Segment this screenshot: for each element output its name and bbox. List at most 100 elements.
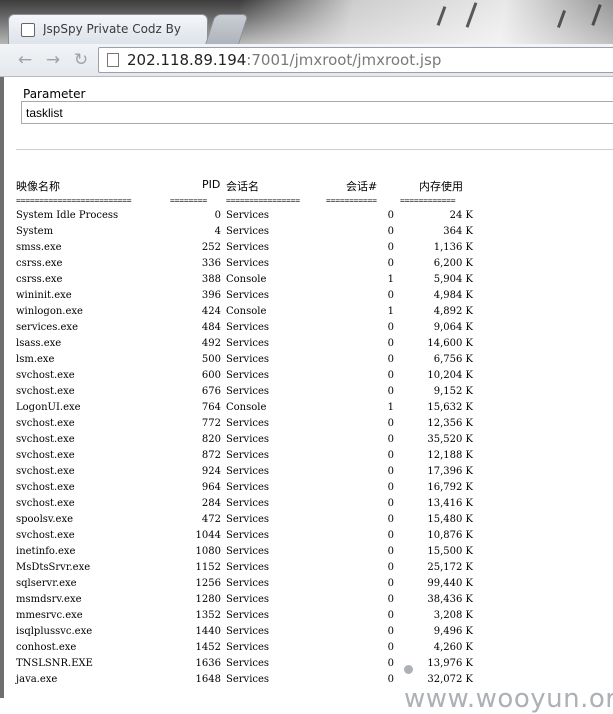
back-arrow-icon[interactable]: ← — [14, 49, 36, 71]
cell-image-name: System Idle Process — [16, 210, 119, 221]
forward-arrow-icon[interactable]: → — [42, 49, 64, 71]
cell-session-number: 0 — [387, 626, 394, 637]
cell-pid: 472 — [201, 514, 221, 525]
cell-memory-usage: 25,172 K — [427, 562, 473, 573]
cell-pid: 676 — [201, 386, 221, 397]
cell-pid: 4 — [214, 226, 221, 237]
cell-image-name: spoolsv.exe — [16, 514, 74, 525]
cell-pid: 388 — [201, 274, 221, 285]
reload-icon[interactable]: ↻ — [70, 49, 92, 71]
cell-pid: 1648 — [195, 674, 221, 685]
cell-session-name: Services — [226, 290, 270, 301]
header-image-name: 映像名称 — [16, 180, 60, 193]
cell-pid: 1044 — [195, 530, 221, 541]
cell-memory-usage: 9,064 K — [433, 322, 473, 333]
cell-image-name: lsass.exe — [16, 338, 62, 349]
cell-image-name: System — [16, 226, 54, 237]
cell-session-name: Services — [226, 562, 270, 573]
cell-memory-usage: 364 K — [443, 226, 473, 237]
cell-pid: 1280 — [195, 594, 221, 605]
cell-image-name: winlogon.exe — [16, 306, 83, 317]
cell-memory-usage: 4,260 K — [433, 642, 473, 653]
cell-session-name: Services — [226, 578, 270, 589]
window-border — [0, 44, 4, 698]
cell-pid: 1440 — [195, 626, 221, 637]
url-host: 202.118.89.194 — [127, 51, 247, 69]
cell-session-name: Services — [226, 434, 270, 445]
cell-session-number: 0 — [387, 242, 394, 253]
cell-memory-usage: 6,756 K — [433, 354, 473, 365]
cell-session-number: 0 — [387, 290, 394, 301]
cell-session-number: 0 — [387, 226, 394, 237]
cell-memory-usage: 24 K — [449, 210, 473, 221]
cell-session-name: Services — [226, 258, 270, 269]
cell-session-number: 0 — [387, 434, 394, 445]
cell-pid: 872 — [201, 450, 221, 461]
url-path: :7001/jmxroot/jmxroot.jsp — [246, 51, 442, 69]
cell-pid: 1452 — [195, 642, 221, 653]
cell-pid: 1080 — [195, 546, 221, 557]
cell-session-name: Services — [226, 514, 270, 525]
url-text: 202.118.89.194:7001/jmxroot/jmxroot.jsp — [127, 51, 441, 69]
tab-title: JspSpy Private Codz By — [43, 22, 181, 36]
cell-pid: 600 — [201, 370, 221, 381]
cell-memory-usage: 12,188 K — [427, 450, 473, 461]
cell-memory-usage: 4,892 K — [433, 306, 473, 317]
cell-memory-usage: 15,500 K — [427, 546, 473, 557]
cell-memory-usage: 15,632 K — [427, 402, 473, 413]
cell-session-number: 0 — [387, 418, 394, 429]
cell-image-name: svchost.exe — [16, 370, 75, 381]
parameter-label: Parameter — [23, 87, 86, 101]
cell-pid: 964 — [201, 482, 221, 493]
cell-session-number: 0 — [387, 546, 394, 557]
cell-pid: 1352 — [195, 610, 221, 621]
cell-memory-usage: 4,984 K — [433, 290, 473, 301]
cell-pid: 424 — [201, 306, 221, 317]
cell-session-name: Services — [226, 642, 270, 653]
cell-image-name: svchost.exe — [16, 450, 75, 461]
cell-pid: 820 — [201, 434, 221, 445]
cell-pid: 492 — [201, 338, 221, 349]
cell-pid: 252 — [201, 242, 221, 253]
cell-session-number: 0 — [387, 482, 394, 493]
cell-memory-usage: 16,792 K — [427, 482, 473, 493]
header-memory-usage: 内存使用 — [419, 180, 463, 193]
cell-memory-usage: 17,396 K — [427, 466, 473, 477]
cell-session-name: Services — [226, 594, 270, 605]
cell-session-number: 0 — [387, 658, 394, 669]
cell-session-name: Services — [226, 530, 270, 541]
cell-session-name: Services — [226, 450, 270, 461]
cell-image-name: svchost.exe — [16, 466, 75, 477]
cell-session-name: Services — [226, 210, 270, 221]
cell-image-name: csrss.exe — [16, 258, 63, 269]
cell-session-number: 0 — [387, 562, 394, 573]
browser-tab-strip: JspSpy Private Codz By — [0, 0, 613, 44]
separator-segment: ======== — [170, 196, 207, 205]
cell-session-number: 0 — [387, 354, 394, 365]
cell-session-name: Services — [226, 242, 270, 253]
cell-session-number: 0 — [387, 258, 394, 269]
cell-memory-usage: 14,600 K — [427, 338, 473, 349]
cell-session-number: 1 — [387, 274, 394, 285]
cell-image-name: inetinfo.exe — [16, 546, 76, 557]
separator-segment: ========================= — [16, 196, 132, 205]
cell-image-name: svchost.exe — [16, 418, 75, 429]
browser-tab-active[interactable]: JspSpy Private Codz By — [8, 14, 208, 44]
cell-session-name: Services — [226, 482, 270, 493]
address-bar[interactable]: 202.118.89.194:7001/jmxroot/jmxroot.jsp — [98, 47, 613, 73]
separator-segment: =========== — [326, 196, 377, 205]
cell-session-number: 1 — [387, 402, 394, 413]
cell-session-name: Console — [226, 402, 267, 413]
cell-pid: 336 — [201, 258, 221, 269]
page-icon — [107, 53, 119, 67]
cell-image-name: svchost.exe — [16, 482, 75, 493]
cell-session-number: 0 — [387, 370, 394, 381]
cell-session-number: 0 — [387, 578, 394, 589]
cell-session-name: Console — [226, 274, 267, 285]
cell-image-name: csrss.exe — [16, 274, 63, 285]
parameter-input[interactable] — [21, 101, 613, 124]
cell-pid: 284 — [201, 498, 221, 509]
cell-session-number: 0 — [387, 498, 394, 509]
browser-toolbar: ← → ↻ 202.118.89.194:7001/jmxroot/jmxroo… — [0, 44, 613, 77]
cell-session-number: 0 — [387, 514, 394, 525]
